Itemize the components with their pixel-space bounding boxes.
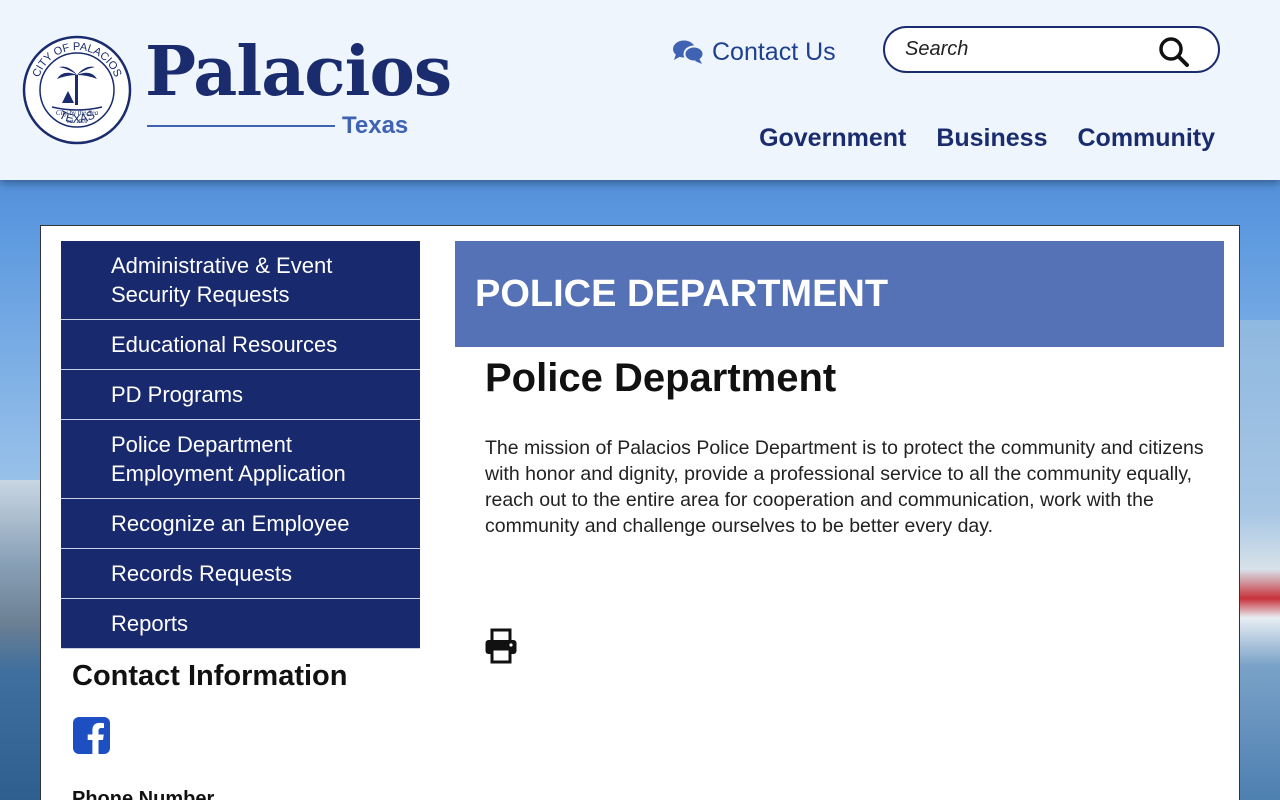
facebook-icon[interactable] bbox=[73, 717, 110, 754]
sidebar-item-recognize-employee[interactable]: Recognize an Employee bbox=[61, 499, 420, 549]
sidebar-item-reports[interactable]: Reports bbox=[61, 599, 420, 649]
seal-motto: City by the Sea bbox=[56, 109, 99, 117]
mission-statement: The mission of Palacios Police Departmen… bbox=[485, 437, 1204, 537]
sidebar-item-records-requests[interactable]: Records Requests bbox=[61, 549, 420, 599]
contact-information-heading: Contact Information bbox=[72, 660, 348, 692]
page-title: Police Department bbox=[485, 356, 837, 400]
contact-us-label: Contact Us bbox=[712, 37, 836, 66]
nav-business[interactable]: Business bbox=[936, 124, 1047, 153]
background-photo-left bbox=[0, 480, 40, 800]
seal-established: est. 1909 bbox=[67, 119, 88, 125]
chat-bubbles-icon bbox=[673, 40, 704, 64]
page-banner: POLICE DEPARTMENT bbox=[455, 241, 1224, 347]
search-box bbox=[883, 26, 1220, 73]
site-header: CITY OF PALACIOS TEXAS City by the Sea e… bbox=[0, 0, 1280, 180]
site-logo-name[interactable]: Palacios bbox=[145, 38, 452, 106]
site-logo-subtitle: Texas bbox=[342, 112, 409, 139]
main-navigation: Government Business Community bbox=[759, 124, 1215, 153]
nav-government[interactable]: Government bbox=[759, 124, 906, 153]
logo-divider bbox=[147, 125, 335, 127]
content-panel: Administrative & Event Security Requests… bbox=[40, 225, 1240, 800]
sidebar-item-security-requests[interactable]: Administrative & Event Security Requests bbox=[61, 241, 420, 320]
background-photo-right bbox=[1240, 320, 1280, 800]
magnifier-icon[interactable] bbox=[1158, 36, 1190, 68]
sidebar-item-employment-application[interactable]: Police Department Employment Application bbox=[61, 420, 420, 499]
sidebar-nav: Administrative & Event Security Requests… bbox=[61, 241, 420, 649]
printer-icon[interactable] bbox=[484, 628, 518, 664]
nav-community[interactable]: Community bbox=[1078, 124, 1216, 153]
city-seal-logo[interactable]: CITY OF PALACIOS TEXAS City by the Sea e… bbox=[22, 35, 132, 145]
phone-number-label: Phone Number bbox=[72, 788, 215, 800]
contact-us-link[interactable]: Contact Us bbox=[672, 36, 836, 68]
sidebar-item-pd-programs[interactable]: PD Programs bbox=[61, 370, 420, 420]
search-input[interactable] bbox=[905, 38, 1145, 61]
sidebar-item-educational-resources[interactable]: Educational Resources bbox=[61, 320, 420, 370]
